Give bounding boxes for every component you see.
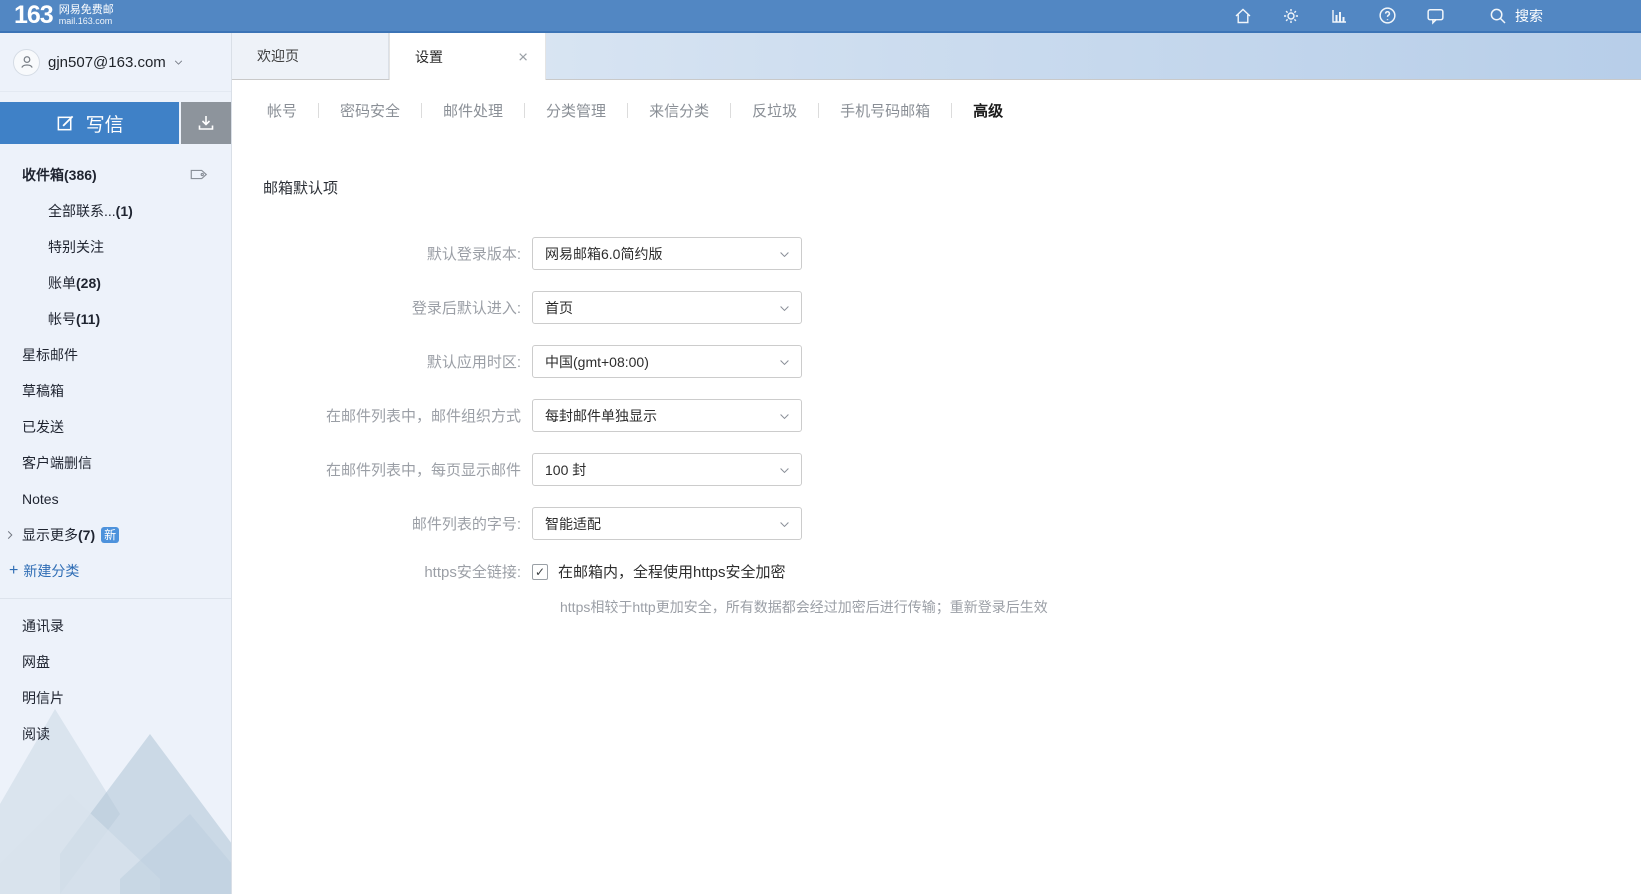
tag-icon — [190, 169, 208, 180]
https-row: https安全链接: 在邮箱内，全程使用https安全加密 — [263, 561, 1641, 582]
person-icon — [20, 56, 33, 68]
logo-number: 163 — [14, 1, 54, 29]
avatar — [13, 48, 40, 76]
plus-icon: + — [9, 562, 19, 579]
https-help-text: https相较于http更加安全，所有数据都会经过加密后进行传输；重新登录后生效 — [560, 599, 1048, 615]
field-label: 登录后默认进入: — [411, 300, 521, 317]
chevron-down-icon — [778, 464, 791, 480]
field-label: 邮件列表的字号: — [411, 516, 521, 533]
sidebar-item-bills[interactable]: 账单 (28) — [0, 265, 231, 301]
settings-content: 邮箱默认项 默认登录版本: 网易邮箱6.0简约版 登录后默认进入: 首页 默认应… — [232, 135, 1641, 617]
search-label: 搜索 — [1515, 7, 1543, 24]
home-button[interactable] — [1232, 5, 1254, 27]
sidebar-item-reading[interactable]: 阅读 — [0, 716, 231, 752]
inbox-count: (386) — [64, 167, 97, 183]
sidebar-item-special-focus[interactable]: 特别关注 — [0, 229, 231, 265]
chevron-down-icon — [778, 518, 791, 534]
field-label: https安全链接: — [424, 564, 521, 581]
sidebar-item-all-contacts[interactable]: 全部联系... (1) — [0, 193, 231, 229]
sidebar-item-client-deleted[interactable]: 客户端删信 — [0, 445, 231, 481]
settings-nav-item-advanced[interactable]: 高级 — [952, 100, 1024, 121]
sidebar-item-postcard[interactable]: 明信片 — [0, 680, 231, 716]
form-row: 在邮件列表中，邮件组织方式 每封邮件单独显示 — [263, 399, 1641, 432]
sidebar-item-notes[interactable]: Notes — [0, 481, 231, 517]
timezone-select[interactable]: 中国(gmt+08:00) — [532, 345, 802, 378]
chat-bubble-icon — [1426, 8, 1444, 25]
default-login-version-select[interactable]: 网易邮箱6.0简约版 — [532, 237, 802, 270]
chevron-down-icon — [778, 356, 791, 372]
chevron-right-icon — [4, 528, 16, 544]
section-title: 邮箱默认项 — [263, 180, 339, 197]
form-row: 登录后默认进入: 首页 — [263, 291, 1641, 324]
https-checkbox[interactable] — [532, 563, 548, 580]
compose-button[interactable]: 写信 — [0, 102, 180, 144]
settings-nav-item-antispam[interactable]: 反垃圾 — [731, 100, 818, 121]
list-font-size-select[interactable]: 智能适配 — [532, 507, 802, 540]
sidebar-item-netdisk[interactable]: 网盘 — [0, 644, 231, 680]
sidebar-show-more[interactable]: 显示更多 (7) 新 — [0, 517, 231, 553]
sidebar-item-drafts[interactable]: 草稿箱 — [0, 373, 231, 409]
sidebar-item-contacts-book[interactable]: 通讯录 — [0, 608, 231, 644]
new-category-button[interactable]: + 新建分类 — [0, 553, 231, 589]
field-label: 在邮件列表中，每页显示邮件 — [325, 462, 521, 479]
inbox-label: 收件箱 — [22, 167, 64, 183]
sidebar-item-inbox[interactable]: 收件箱 (386) — [0, 157, 231, 193]
field-label: 默认应用时区: — [426, 354, 521, 371]
form-row: 默认应用时区: 中国(gmt+08:00) — [263, 345, 1641, 378]
mails-per-page-select[interactable]: 100 封 — [532, 453, 802, 486]
chevron-down-icon — [778, 410, 791, 426]
feedback-button[interactable] — [1424, 5, 1446, 27]
account-switcher[interactable]: gjn507@163.com — [0, 33, 231, 92]
settings-nav-item-password-security[interactable]: 密码安全 — [319, 100, 421, 121]
stats-button[interactable] — [1328, 5, 1350, 27]
topbar-actions: 搜索 — [1232, 5, 1641, 27]
default-entry-select[interactable]: 首页 — [532, 291, 802, 324]
settings-nav-item-phone-mailbox[interactable]: 手机号码邮箱 — [819, 100, 951, 121]
sidebar-item-sent[interactable]: 已发送 — [0, 409, 231, 445]
question-icon — [1378, 7, 1396, 24]
search-icon — [1490, 8, 1506, 24]
help-button[interactable] — [1376, 5, 1398, 27]
chevron-down-icon — [778, 248, 791, 264]
tab-settings[interactable]: 设置 × — [389, 33, 546, 80]
form-row: 在邮件列表中，每页显示邮件 100 封 — [263, 453, 1641, 486]
sidebar: gjn507@163.com 写信 收件箱 (386) 全部联系...(1) 特… — [0, 33, 232, 894]
mail-organization-select[interactable]: 每封邮件单独显示 — [532, 399, 802, 432]
sidebar-item-accounts[interactable]: 帐号 (11) — [0, 301, 231, 337]
close-icon[interactable]: × — [518, 48, 528, 65]
compose-icon — [57, 115, 73, 130]
bar-chart-icon — [1332, 9, 1346, 23]
logo-name: 网易免费邮 — [58, 4, 114, 16]
main-area: 欢迎页 设置 × 帐号 密码安全 邮件处理 分类管理 来信分类 反垃圾 手机号码… — [232, 33, 1641, 894]
settings-nav-item-category-management[interactable]: 分类管理 — [525, 100, 627, 121]
logo-domain: mail.163.com — [58, 15, 113, 26]
field-label: 默认登录版本: — [426, 246, 521, 263]
tab-bar: 欢迎页 设置 × — [232, 33, 1641, 80]
receive-mail-button[interactable] — [181, 102, 231, 144]
topbar: 163 网易免费邮 mail.163.com 搜索 — [0, 0, 1641, 33]
sidebar-divider — [0, 598, 231, 599]
field-label: 在邮件列表中，邮件组织方式 — [325, 408, 521, 425]
gear-icon — [1284, 8, 1298, 23]
settings-button[interactable] — [1280, 5, 1302, 27]
download-icon — [198, 116, 214, 130]
compose-label: 写信 — [85, 114, 124, 136]
form-row: 默认登录版本: 网易邮箱6.0简约版 — [263, 237, 1641, 270]
sidebar-item-starred[interactable]: 星标邮件 — [0, 337, 231, 373]
settings-nav-item-incoming-classification[interactable]: 来信分类 — [628, 100, 730, 121]
search-button[interactable]: 搜索 — [1488, 6, 1543, 26]
chevron-down-icon — [173, 57, 184, 68]
https-checkbox-label: 在邮箱内，全程使用https安全加密 — [558, 564, 786, 581]
account-email: gjn507@163.com — [48, 53, 166, 71]
settings-nav-item-account[interactable]: 帐号 — [267, 100, 318, 121]
new-badge: 新 — [101, 527, 120, 543]
mail-163-logo[interactable]: 163 网易免费邮 mail.163.com — [14, 3, 114, 28]
home-icon — [1235, 8, 1251, 23]
tag-filter-button[interactable] — [189, 166, 209, 184]
tab-welcome[interactable]: 欢迎页 — [232, 33, 389, 79]
form-row: 邮件列表的字号: 智能适配 — [263, 507, 1641, 540]
settings-nav: 帐号 密码安全 邮件处理 分类管理 来信分类 反垃圾 手机号码邮箱 高级 — [232, 80, 1641, 135]
chevron-down-icon — [778, 302, 791, 318]
settings-nav-item-mail-handling[interactable]: 邮件处理 — [422, 100, 524, 121]
